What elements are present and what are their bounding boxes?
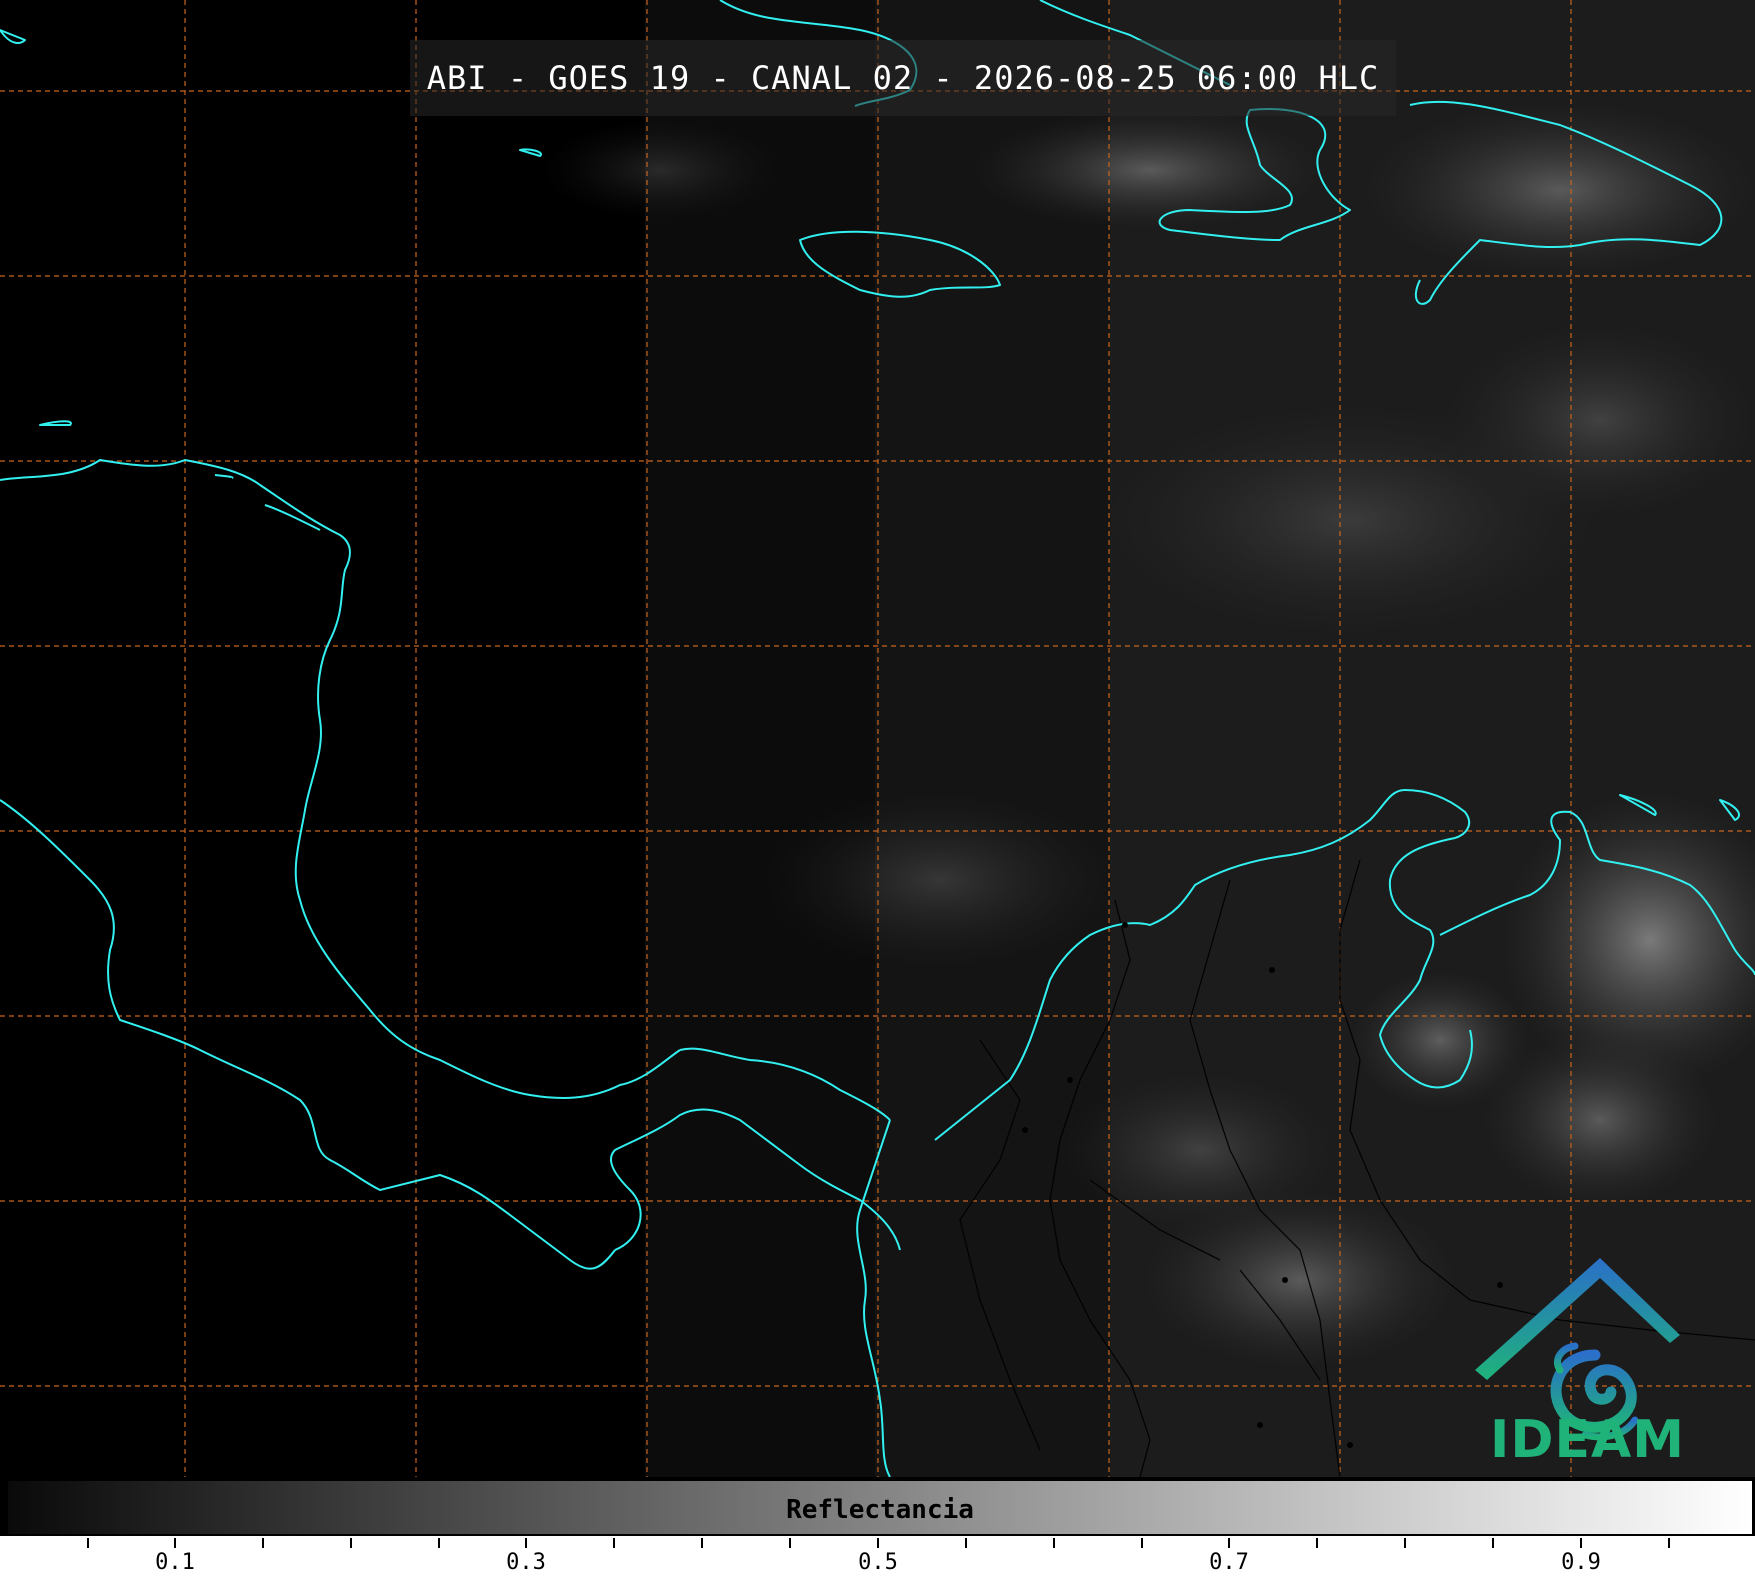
map-title: ABI - GOES 19 - CANAL 02 - 2026-08-25 06… — [426, 59, 1380, 97]
tick-minor — [965, 1538, 967, 1548]
tick-minor — [613, 1538, 615, 1548]
imagery-band-1 — [645, 0, 875, 1477]
colorbar-axis: 0.1 0.3 0.5 0.7 0.9 — [0, 1536, 1755, 1577]
tick-label: 0.1 — [155, 1550, 195, 1575]
tick-minor — [438, 1538, 440, 1548]
tick-minor — [701, 1538, 703, 1548]
tick-minor — [262, 1538, 264, 1548]
tick-minor — [1053, 1538, 1055, 1548]
tick-minor — [1668, 1538, 1670, 1548]
tick-minor — [1316, 1538, 1318, 1548]
tick-label: 0.7 — [1209, 1550, 1249, 1575]
tick-minor — [87, 1538, 89, 1548]
tick-minor — [350, 1538, 352, 1548]
title-panel: ABI - GOES 19 - CANAL 02 - 2026-08-25 06… — [410, 40, 1396, 116]
tick-minor — [1141, 1538, 1143, 1548]
tick-major — [1580, 1538, 1582, 1548]
tick-minor — [789, 1538, 791, 1548]
tick-major — [877, 1538, 879, 1548]
tick-minor — [1492, 1538, 1494, 1548]
tick-major — [174, 1538, 176, 1548]
tick-minor — [1404, 1538, 1406, 1548]
tick-label: 0.5 — [858, 1550, 898, 1575]
colorbar-label: Reflectancia — [786, 1494, 974, 1525]
ideam-logo-text: IDEAM — [1490, 1410, 1686, 1470]
tick-label: 0.9 — [1561, 1550, 1601, 1575]
colorbar: Reflectancia — [6, 1479, 1754, 1536]
tick-label: 0.3 — [506, 1550, 546, 1575]
tick-major — [1228, 1538, 1230, 1548]
tick-major — [525, 1538, 527, 1548]
